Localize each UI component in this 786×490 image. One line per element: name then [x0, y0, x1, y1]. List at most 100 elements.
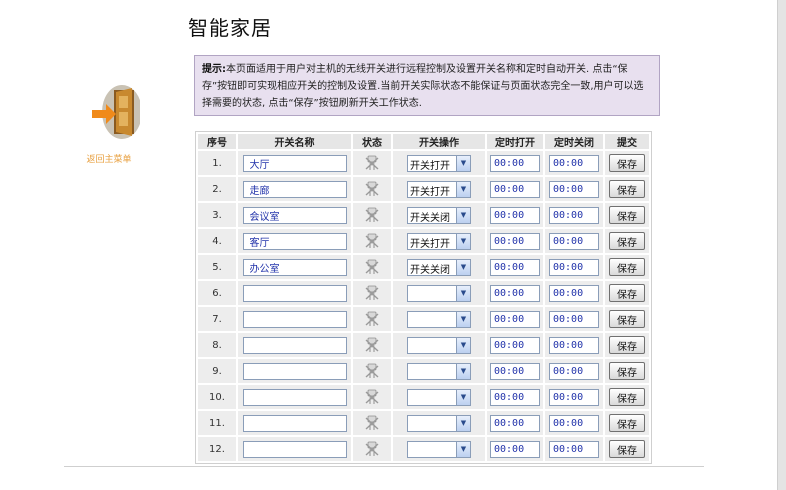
- timer-off-input[interactable]: [549, 310, 599, 328]
- plug-off-icon: [365, 441, 379, 456]
- switch-op-select[interactable]: ▼: [407, 414, 471, 432]
- timer-on-input[interactable]: [490, 180, 540, 198]
- switch-name-input[interactable]: [242, 180, 347, 198]
- save-button[interactable]: 保存: [609, 336, 645, 354]
- save-button[interactable]: 保存: [609, 258, 645, 276]
- switch-op-select[interactable]: ▼: [407, 440, 471, 458]
- header-op: 开关操作: [393, 134, 485, 149]
- switch-op-value: 开关打开: [410, 160, 450, 172]
- timer-off-input[interactable]: [549, 388, 599, 406]
- timer-on-input[interactable]: [490, 206, 540, 224]
- timer-off-input[interactable]: [549, 414, 599, 432]
- chevron-down-icon: ▼: [456, 181, 470, 197]
- plug-off-icon: [365, 233, 379, 248]
- plug-off-icon: [365, 311, 379, 326]
- timer-off-input[interactable]: [549, 206, 599, 224]
- save-button[interactable]: 保存: [609, 154, 645, 172]
- switch-op-select[interactable]: ▼: [407, 336, 471, 354]
- submit-cell: 保存: [605, 151, 649, 175]
- state-cell: [353, 177, 391, 201]
- timer-on-input[interactable]: [490, 284, 540, 302]
- name-cell: [238, 281, 351, 305]
- timer-off-input[interactable]: [549, 258, 599, 276]
- chevron-down-icon: ▼: [456, 415, 470, 431]
- switch-op-select[interactable]: ▼: [407, 362, 471, 380]
- on-cell: [487, 385, 543, 409]
- plug-off-icon: [365, 363, 379, 378]
- timer-off-input[interactable]: [549, 180, 599, 198]
- save-button[interactable]: 保存: [609, 284, 645, 302]
- off-cell: [545, 307, 603, 331]
- timer-on-input[interactable]: [490, 154, 540, 172]
- plug-off-icon: [365, 155, 379, 170]
- timer-on-input[interactable]: [490, 440, 540, 458]
- timer-on-input[interactable]: [490, 336, 540, 354]
- timer-off-input[interactable]: [549, 154, 599, 172]
- save-button[interactable]: 保存: [609, 362, 645, 380]
- on-cell: [487, 255, 543, 279]
- switch-op-value: 开关关闭: [410, 264, 450, 276]
- name-cell: [238, 359, 351, 383]
- op-cell: 开关打开 ▼: [393, 151, 485, 175]
- table-row: 1. 开关打开 ▼ 保存: [198, 151, 649, 175]
- timer-off-input[interactable]: [549, 284, 599, 302]
- save-button[interactable]: 保存: [609, 180, 645, 198]
- timer-on-input[interactable]: [490, 232, 540, 250]
- name-cell: [238, 411, 351, 435]
- switch-name-input[interactable]: [242, 336, 347, 354]
- switch-op-select[interactable]: 开关打开 ▼: [407, 232, 471, 250]
- switch-op-select[interactable]: ▼: [407, 284, 471, 302]
- timer-off-input[interactable]: [549, 232, 599, 250]
- save-button[interactable]: 保存: [609, 232, 645, 250]
- timer-on-input[interactable]: [490, 362, 540, 380]
- switch-op-select[interactable]: ▼: [407, 310, 471, 328]
- timer-on-input[interactable]: [490, 310, 540, 328]
- switch-name-input[interactable]: [242, 284, 347, 302]
- timer-off-input[interactable]: [549, 362, 599, 380]
- switch-name-input[interactable]: [242, 154, 347, 172]
- table-row: 7. ▼ 保存: [198, 307, 649, 331]
- plug-off-icon: [365, 389, 379, 404]
- submit-cell: 保存: [605, 359, 649, 383]
- switch-name-input[interactable]: [242, 388, 347, 406]
- plug-off-icon: [365, 415, 379, 430]
- off-cell: [545, 203, 603, 227]
- table-header-row: 序号 开关名称 状态 开关操作 定时打开 定时关闭 提交: [198, 134, 649, 149]
- switch-name-input[interactable]: [242, 206, 347, 224]
- switch-op-select[interactable]: 开关关闭 ▼: [407, 258, 471, 276]
- timer-on-input[interactable]: [490, 414, 540, 432]
- save-button[interactable]: 保存: [609, 310, 645, 328]
- op-cell: ▼: [393, 307, 485, 331]
- timer-off-input[interactable]: [549, 336, 599, 354]
- state-cell: [353, 255, 391, 279]
- switch-op-select[interactable]: 开关打开 ▼: [407, 154, 471, 172]
- switch-op-select[interactable]: 开关打开 ▼: [407, 180, 471, 198]
- table-row: 6. ▼ 保存: [198, 281, 649, 305]
- table-row: 10. ▼ 保存: [198, 385, 649, 409]
- on-cell: [487, 359, 543, 383]
- off-cell: [545, 411, 603, 435]
- switch-op-value: 开关关闭: [410, 212, 450, 224]
- name-cell: [238, 385, 351, 409]
- switch-name-input[interactable]: [242, 232, 347, 250]
- switch-name-input[interactable]: [242, 414, 347, 432]
- op-cell: ▼: [393, 411, 485, 435]
- switch-op-select[interactable]: 开关关闭 ▼: [407, 206, 471, 224]
- save-button[interactable]: 保存: [609, 414, 645, 432]
- switch-name-input[interactable]: [242, 362, 347, 380]
- timer-on-input[interactable]: [490, 258, 540, 276]
- state-cell: [353, 411, 391, 435]
- switch-name-input[interactable]: [242, 310, 347, 328]
- save-button[interactable]: 保存: [609, 206, 645, 224]
- switch-name-input[interactable]: [242, 440, 347, 458]
- state-cell: [353, 385, 391, 409]
- header-submit: 提交: [605, 134, 649, 149]
- switch-name-input[interactable]: [242, 258, 347, 276]
- timer-on-input[interactable]: [490, 388, 540, 406]
- timer-off-input[interactable]: [549, 440, 599, 458]
- save-button[interactable]: 保存: [609, 388, 645, 406]
- on-cell: [487, 229, 543, 253]
- chevron-down-icon: ▼: [456, 363, 470, 379]
- save-button[interactable]: 保存: [609, 440, 645, 458]
- switch-op-select[interactable]: ▼: [407, 388, 471, 406]
